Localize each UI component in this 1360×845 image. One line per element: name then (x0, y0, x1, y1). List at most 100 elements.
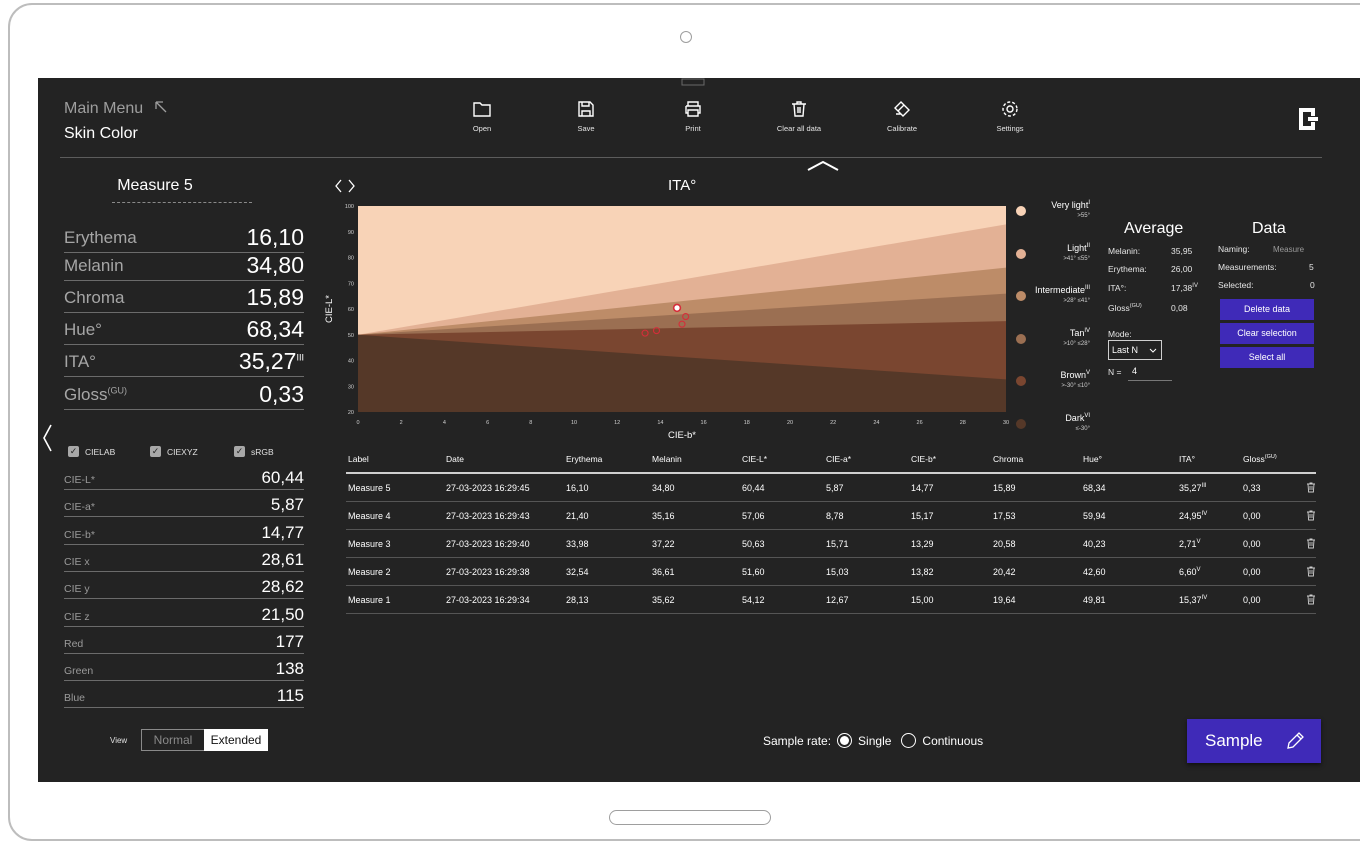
settings-button[interactable]: Settings (970, 100, 1050, 133)
mode-select[interactable]: Last N (1108, 340, 1162, 360)
save-button[interactable]: Save (546, 100, 626, 133)
table-cell: 27-03-2023 16:29:34 (446, 595, 530, 605)
extended-label: Blue (64, 692, 86, 705)
extended-row: Green 138 (64, 658, 304, 682)
home-button[interactable] (609, 810, 771, 825)
table-cell-text: 15,37 (1179, 595, 1202, 605)
legend-class: VI (1084, 412, 1090, 419)
delete-row-icon[interactable] (1306, 566, 1316, 577)
table-cell: 27-03-2023 16:29:43 (446, 511, 530, 521)
extended-label: CIE x (64, 555, 90, 568)
delete-data-button[interactable]: Delete data (1220, 299, 1314, 320)
column-header-text: Melanin (652, 454, 682, 464)
srgb-checkbox[interactable]: ✓ sRGB (234, 446, 274, 457)
legend-swatch (1016, 418, 1026, 429)
naming-label: Naming: (1218, 244, 1250, 254)
x-tick-label: 16 (701, 420, 707, 426)
column-header[interactable]: Melanin (652, 454, 682, 464)
table-cell-text: 13,29 (911, 539, 934, 549)
column-header[interactable]: Erythema (566, 454, 602, 464)
main-menu-label[interactable]: Main Menu (64, 100, 143, 117)
table-row[interactable]: Measure 3 27-03-2023 16:29:40 33,98 37,22 50… (346, 529, 1316, 558)
continuous-radio[interactable] (901, 733, 917, 748)
sample-button[interactable]: Sample (1187, 719, 1321, 763)
legend-range: >41° ≤55° (1063, 255, 1090, 262)
cielab-checkbox[interactable]: ✓ CIELAB (68, 446, 115, 457)
table-cell: 15,00 (911, 595, 934, 605)
table-cell-text: 17,53 (993, 511, 1016, 521)
collapse-panel-icon[interactable] (41, 423, 53, 453)
ita-class: IV (1201, 511, 1208, 517)
naming-input[interactable]: Measure (1273, 245, 1304, 254)
view-extended-button[interactable]: Extended (204, 729, 268, 751)
clear-all-data-button[interactable]: Clear all data (759, 100, 839, 133)
print-button[interactable]: Print (653, 100, 733, 133)
clear-selection-button[interactable]: Clear selection (1220, 323, 1314, 344)
single-radio[interactable] (837, 733, 853, 748)
single-label[interactable]: Single (858, 734, 891, 748)
ita-chart[interactable]: 0 2 4 6 8 10 12 14 16 18 20 22 24 26 28 302030405060708… (318, 190, 1018, 442)
table-cell: 15,71 (826, 539, 849, 549)
table-cell-text: 20,42 (993, 567, 1016, 577)
delete-row-icon[interactable] (1306, 538, 1316, 549)
legend-range: >28° ≤41° (1063, 298, 1090, 304)
select-all-button[interactable]: Select all (1220, 347, 1314, 368)
collapse-toolbar-icon[interactable] (806, 160, 840, 172)
column-header[interactable]: Label (348, 454, 369, 464)
avg-ita-number: 17,38 (1171, 283, 1193, 293)
legend-class: IV (1084, 327, 1090, 334)
extended-value: 115 (276, 686, 304, 706)
delete-row-icon[interactable] (1306, 482, 1316, 493)
measurements-label: Measurements: (1218, 262, 1277, 272)
table-cell-text: Measure 4 (348, 511, 391, 521)
trash-icon (792, 101, 806, 117)
average-title: Average (1124, 220, 1184, 237)
extended-value: 177 (275, 631, 304, 651)
delete-row-icon[interactable] (1306, 510, 1316, 521)
column-header-text: Gloss (1243, 454, 1265, 464)
table-row[interactable]: Measure 2 27-03-2023 16:29:38 32,54 36,61 51… (346, 557, 1316, 586)
table-cell-text: 27-03-2023 16:29:38 (446, 567, 530, 577)
main-menu-link[interactable]: Main Menu (64, 100, 168, 118)
melanin-label: Melanin (64, 256, 124, 275)
column-header[interactable]: CIE-b* (911, 454, 936, 464)
arrow-up-left-icon[interactable] (154, 100, 168, 114)
column-header[interactable]: Date (446, 454, 464, 464)
column-header[interactable]: ITA° (1179, 454, 1195, 464)
table-header: Label Date Erythema Melanin CIE-L* CIE-a* CIE-… (346, 448, 1316, 474)
view-normal-button[interactable]: Normal (141, 729, 205, 751)
gloss-unit: (GU) (107, 385, 127, 396)
column-header[interactable]: Gloss(GU) (1243, 454, 1277, 464)
calibrate-button[interactable]: Calibrate (862, 100, 942, 133)
measure-title-underline (112, 202, 252, 203)
delete-row-icon[interactable] (1306, 594, 1316, 605)
avg-gloss-unit: (GU) (1129, 303, 1142, 310)
view-label: View (110, 736, 128, 745)
table-cell: 36,61 (652, 567, 675, 577)
column-header[interactable]: CIE-a* (826, 454, 851, 464)
table-row[interactable]: Measure 5 27-03-2023 16:29:45 16,10 34,80 60… (346, 473, 1316, 502)
x-tick-label: 4 (443, 420, 446, 426)
column-header[interactable]: CIE-L* (742, 454, 767, 464)
n-input[interactable]: 4 (1128, 364, 1172, 381)
legend-name-text: Dark (1065, 412, 1085, 423)
table-cell: 13,29 (911, 539, 934, 549)
ciexyz-checkbox[interactable]: ✓ CIEXYZ (150, 446, 198, 457)
column-header[interactable]: Hue° (1083, 454, 1102, 464)
extended-row: CIE y 28,62 (64, 576, 304, 600)
continuous-label[interactable]: Continuous (922, 734, 983, 748)
x-tick-label: 22 (830, 420, 836, 426)
extended-value: 28,62 (261, 577, 304, 597)
table-row[interactable]: Measure 1 27-03-2023 16:29:34 28,13 35,62 54… (346, 585, 1316, 614)
table-row[interactable]: Measure 4 27-03-2023 16:29:43 21,40 35,16 57… (346, 501, 1316, 530)
x-tick-label: 20 (787, 420, 793, 426)
column-header[interactable]: Chroma (993, 454, 1023, 464)
data-point[interactable] (672, 303, 682, 313)
drawer-handle-icon[interactable] (681, 78, 705, 86)
table-cell-text: 0,33 (1243, 483, 1261, 493)
column-header-text: Chroma (993, 454, 1024, 464)
open-button[interactable]: Open (442, 100, 522, 133)
table-cell-text: 33,98 (566, 539, 589, 549)
table-cell: 54,12 (742, 595, 765, 605)
x-tick-label: 0 (356, 420, 359, 426)
